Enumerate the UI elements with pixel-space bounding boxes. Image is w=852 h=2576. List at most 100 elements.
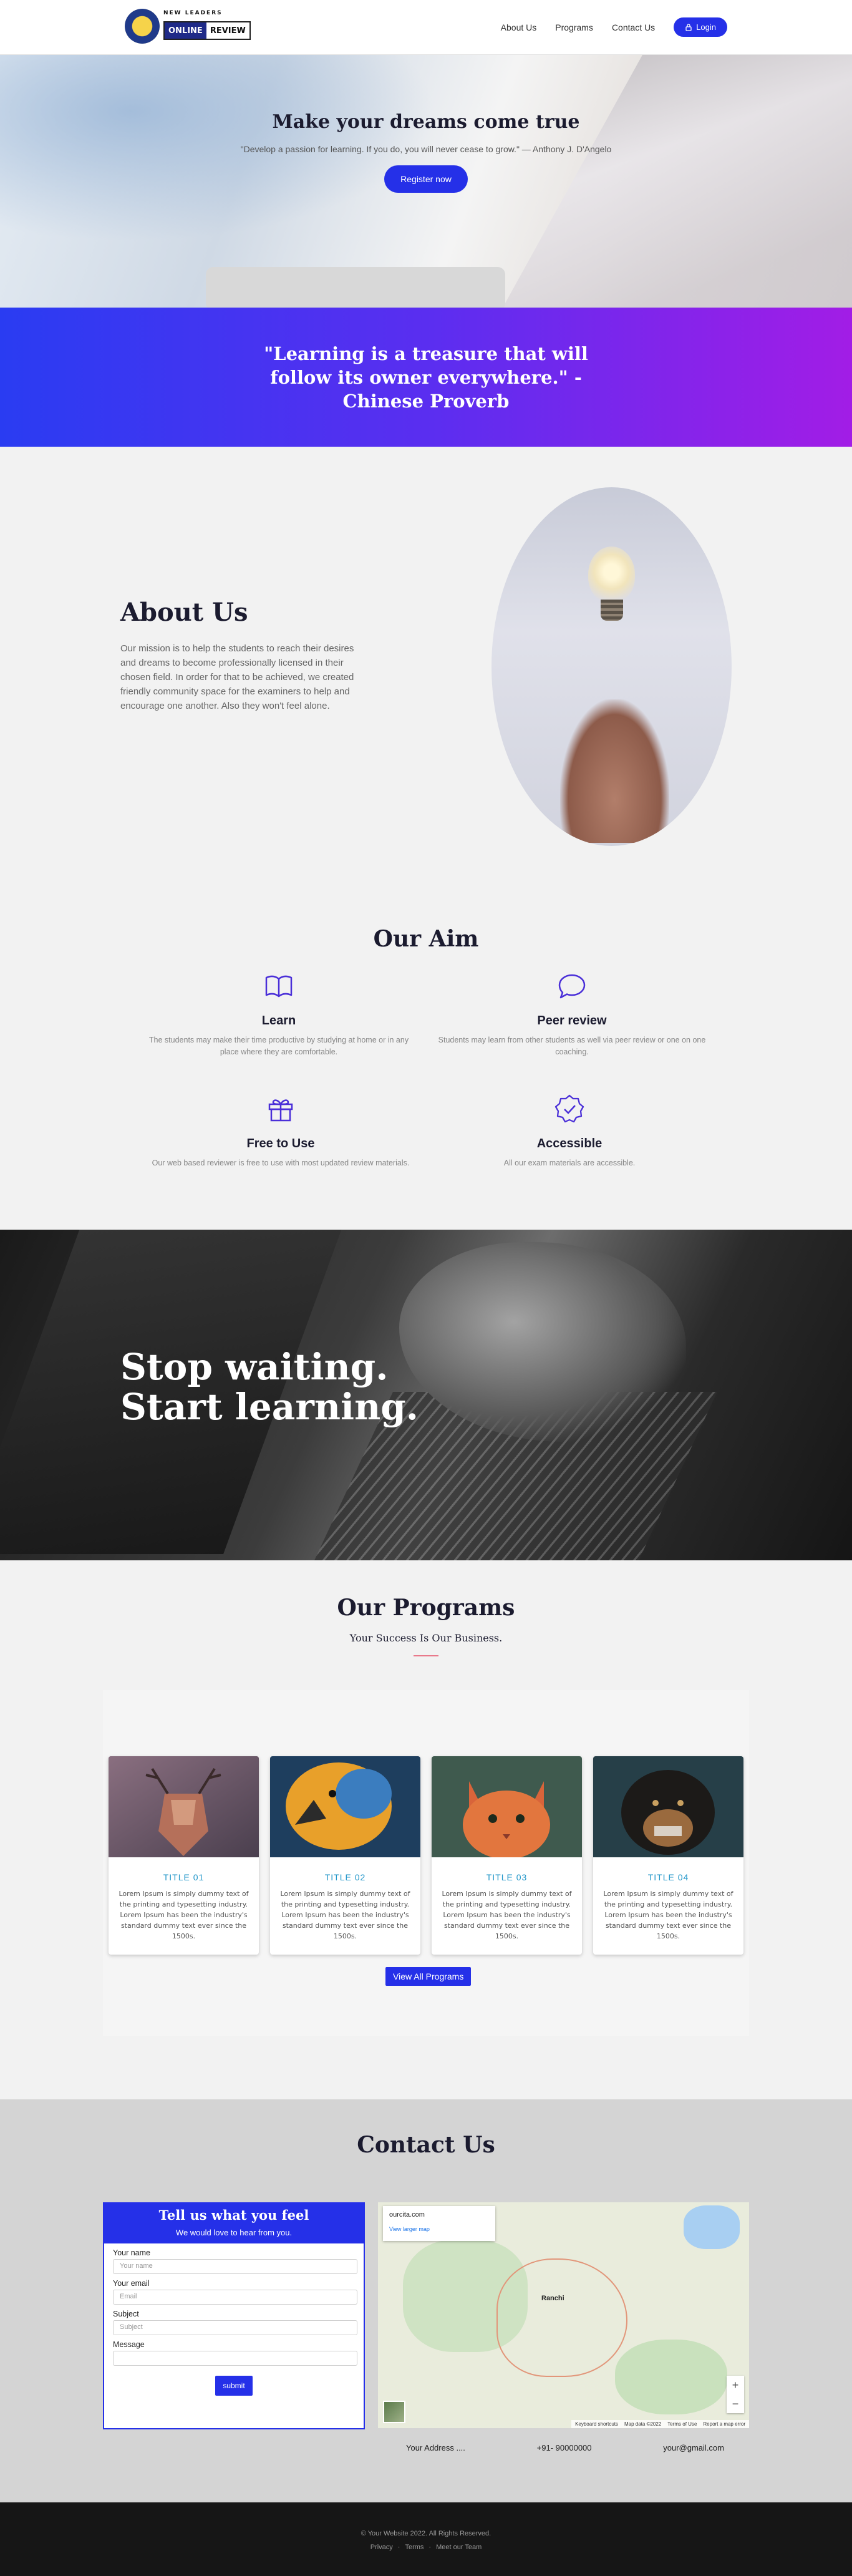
book-icon [265,975,293,998]
login-label: Login [696,22,716,32]
program-card[interactable]: TITLE 03 Lorem Ipsum is simply dummy tex… [432,1756,582,1955]
site-logo[interactable]: NEW LEADERS ONLINE REVIEW [125,7,251,47]
nav-about-us[interactable]: About Us [501,22,537,32]
map-footer-link: Map data ©2022 [624,2421,662,2427]
badge-check-icon [554,1094,584,1123]
map-footer-link[interactable]: Report a map error [703,2421,745,2427]
aim-title: Our Aim [373,926,479,952]
message-field-group: Message [113,2340,357,2366]
map-layer-toggle[interactable] [383,2401,405,2423]
contact-info-row: Your Address .... +91- 90000000 your@gma… [378,2443,749,2452]
aim-item-text: Our web based reviewer is free to use wi… [152,1159,410,1167]
contact-title: Contact Us [357,2132,495,2158]
subject-label: Subject [113,2310,139,2318]
main-nav: About Us Programs Contact Us Login [501,17,727,37]
card-title: TITLE 02 [324,1872,366,1882]
aim-item-free-to-use: Free to Use Our web based reviewer is fr… [143,1092,418,1169]
map-card-title: ourcita.com [389,2211,425,2219]
aim-section: Our Aim Learn The students may make thei… [0,858,852,1230]
zoom-out-button[interactable]: − [727,2394,744,2413]
hero-section: Make your dreams come true "Develop a pa… [0,55,852,308]
form-body: Your name Your name Your email Email Sub… [104,2248,364,2396]
name-field-group: Your name Your name [113,2248,357,2274]
bulb-base-image [601,600,623,621]
hand-image [560,699,669,843]
program-cards: TITLE 01 Lorem Ipsum is simply dummy tex… [109,1756,743,1955]
email-label: Your email [113,2279,150,2288]
nav-programs[interactable]: Programs [555,22,593,32]
logo-left-text: ONLINE [165,22,206,39]
card-text: Lorem Ipsum is simply dummy text of the … [280,1890,410,1940]
map-forest-area [615,2340,727,2414]
nav-contact-us[interactable]: Contact Us [612,22,655,32]
name-input[interactable]: Your name [113,2259,357,2274]
map-zoom-controls: + − [727,2376,744,2413]
contact-email: your@gmail.com [663,2443,724,2452]
contact-phone: +91- 90000000 [536,2443,592,2452]
lock-icon [685,24,692,31]
submit-button[interactable]: submit [215,2376,253,2396]
logo-top-text: NEW LEADERS [163,10,223,16]
message-input[interactable] [113,2351,357,2366]
map-footer-link[interactable]: Keyboard shortcuts [575,2421,618,2427]
cat-image [432,1756,582,1859]
logo-seal-icon [125,9,160,44]
map-info-card: ourcita.com View larger map [383,2206,495,2241]
aim-item-text: The students may make their time product… [148,1036,409,1056]
aim-item-title: Peer review [537,1014,607,1028]
card-text: Lorem Ipsum is simply dummy text of the … [442,1890,572,1940]
subject-field-group: Subject Subject [113,2310,357,2335]
site-header: NEW LEADERS ONLINE REVIEW About Us Progr… [0,0,852,55]
hero-content: Make your dreams come true "Develop a pa… [0,111,852,193]
map-footer-link[interactable]: Terms of Use [667,2421,697,2427]
deer-image [109,1756,259,1857]
chat-icon [558,974,586,999]
footer-separator: · [428,2544,432,2551]
about-section: About Us Our mission is to help the stud… [0,447,852,858]
embedded-map[interactable]: Ranchi ourcita.com View larger map + − K… [378,2202,749,2428]
card-title: TITLE 01 [163,1872,205,1882]
about-image [491,487,732,846]
aim-item-peer-review: Peer review Students may learn from othe… [435,969,709,1058]
footer-link-terms[interactable]: Terms [405,2544,424,2551]
site-footer: © Your Website 2022. All Rights Reserved… [0,2502,852,2576]
subject-input[interactable]: Subject [113,2320,357,2335]
email-field-group: Your email Email [113,2279,357,2305]
footer-link-privacy[interactable]: Privacy [370,2544,393,2551]
program-card[interactable]: TITLE 04 Lorem Ipsum is simply dummy tex… [593,1756,743,1955]
form-title: Tell us what you feel [158,2207,309,2223]
card-text: Lorem Ipsum is simply dummy text of the … [119,1890,249,1940]
hero-keyboard-image [206,267,505,308]
contact-section: Contact Us Tell us what you feel We woul… [0,2099,852,2502]
about-title: About Us [120,598,248,627]
map-water-area [684,2205,740,2249]
programs-panel: TITLE 01 Lorem Ipsum is simply dummy tex… [103,1690,749,2036]
program-card[interactable]: TITLE 01 Lorem Ipsum is simply dummy tex… [109,1756,259,1955]
title-divider [414,1655,438,1656]
gift-icon [268,1099,293,1122]
parrot-image [270,1756,420,1857]
programs-section: Our Programs Your Success Is Our Busines… [0,1560,852,2099]
aim-item-title: Accessible [536,1137,603,1150]
contact-address: Your Address .... [406,2443,465,2452]
map-city-label: Ranchi [541,2295,564,2302]
aim-item-title: Learn [261,1014,296,1028]
about-text: Our mission is to help the students to r… [120,643,354,711]
programs-title: Our Programs [337,1595,515,1621]
register-button[interactable]: Register now [384,165,468,193]
form-subtitle: We would love to hear from you. [175,2228,293,2237]
footer-link-team[interactable]: Meet our Team [436,2544,482,2551]
zoom-in-button[interactable]: + [727,2376,744,2394]
view-all-programs-button[interactable]: View All Programs [385,1967,472,1986]
map-city-boundary [496,2258,627,2377]
dog-image [593,1756,743,1857]
login-button[interactable]: Login [674,17,727,37]
program-card[interactable]: TITLE 02 Lorem Ipsum is simply dummy tex… [270,1756,420,1955]
footer-links: Privacy · Terms · Meet our Team [0,2544,852,2551]
map-attribution: Keyboard shortcuts Map data ©2022 Terms … [571,2420,749,2428]
view-larger-map-link[interactable]: View larger map [389,2226,489,2232]
aim-item-learn: Learn The students may make their time p… [142,969,416,1058]
contact-form: Tell us what you feel We would love to h… [103,2202,365,2429]
email-input[interactable]: Email [113,2290,357,2305]
aim-item-title: Free to Use [246,1137,315,1150]
